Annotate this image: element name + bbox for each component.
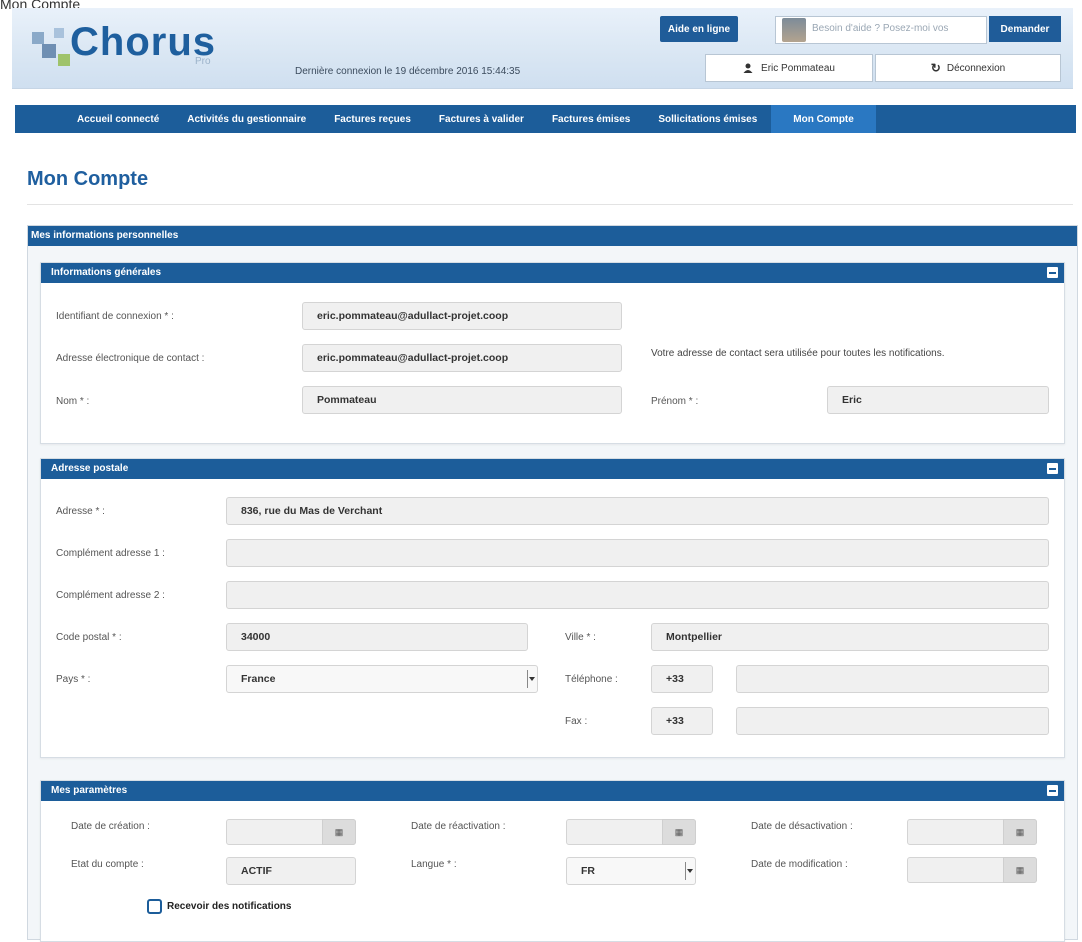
notifications-label: Recevoir des notifications xyxy=(167,901,292,912)
adresse-label: Adresse * : xyxy=(56,506,105,517)
postal-address-header: Adresse postale xyxy=(41,459,1064,479)
select-arrow-icon xyxy=(527,670,535,688)
email-label: Adresse électronique de contact : xyxy=(56,353,205,364)
creation-date-label: Date de création : xyxy=(71,821,150,832)
pays-label: Pays * : xyxy=(56,674,91,685)
login-field[interactable]: eric.pommateau@adullact-projet.coop xyxy=(302,302,622,330)
langue-label: Langue * : xyxy=(411,859,457,870)
nav-item-mon-compte[interactable]: Mon Compte xyxy=(771,105,876,133)
nav-item-sollicitations[interactable]: Sollicitations émises xyxy=(644,105,771,133)
personal-info-header: Mes informations personnelles xyxy=(28,226,1077,246)
collapse-icon[interactable] xyxy=(1047,463,1058,474)
adresse-field[interactable]: 836, rue du Mas de Verchant xyxy=(226,497,1049,525)
modification-date-label: Date de modification : xyxy=(751,859,848,870)
main-nav: Accueil connecté Activités du gestionnai… xyxy=(15,105,1076,133)
langue-value: FR xyxy=(581,865,595,877)
ville-label: Ville * : xyxy=(565,632,596,643)
complement1-label: Complément adresse 1 : xyxy=(56,548,165,559)
settings-header: Mes paramètres xyxy=(41,781,1064,801)
fax-label: Fax : xyxy=(565,716,588,727)
ask-button[interactable]: Demander xyxy=(989,16,1061,42)
logout-label: Déconnexion xyxy=(946,62,1006,74)
postal-address-section: Adresse postale Adresse * : 836, rue du … xyxy=(40,458,1065,758)
langue-select[interactable]: FR xyxy=(566,857,696,885)
logout-button[interactable]: ↻ Déconnexion xyxy=(875,54,1061,82)
last-connection-text: Dernière connexion le 19 décembre 2016 1… xyxy=(295,66,521,77)
logo-subtitle: Pro xyxy=(195,56,211,67)
online-help-button[interactable]: Aide en ligne xyxy=(660,16,738,42)
user-account-button[interactable]: Eric Pommateau xyxy=(705,54,873,82)
general-info-title: Informations générales xyxy=(51,267,162,278)
fax-prefix[interactable]: +33 xyxy=(651,707,713,735)
telephone-prefix[interactable]: +33 xyxy=(651,665,713,693)
complement2-field[interactable] xyxy=(226,581,1049,609)
calendar-icon[interactable]: ▦ xyxy=(1003,857,1037,883)
prenom-field[interactable]: Eric xyxy=(827,386,1049,414)
pays-select[interactable]: France xyxy=(226,665,538,693)
calendar-icon[interactable]: ▦ xyxy=(1003,819,1037,845)
nav-item-accueil[interactable]: Accueil connecté xyxy=(15,105,173,133)
complement2-label: Complément adresse 2 : xyxy=(56,590,165,601)
assistant-avatar xyxy=(782,18,806,42)
nav-item-activites[interactable]: Activités du gestionnaire xyxy=(173,105,320,133)
prenom-label: Prénom * : xyxy=(651,396,699,407)
calendar-icon[interactable]: ▦ xyxy=(662,819,696,845)
ville-field[interactable]: Montpellier xyxy=(651,623,1049,651)
select-arrow-icon xyxy=(685,862,693,880)
calendar-icon[interactable]: ▦ xyxy=(322,819,356,845)
general-info-header: Informations générales xyxy=(41,263,1064,283)
nom-label: Nom * : xyxy=(56,396,90,407)
account-state-field[interactable]: ACTIF xyxy=(226,857,356,885)
help-search-box[interactable]: Besoin d'aide ? Posez-moi vos xyxy=(775,16,987,44)
reactivation-date-label: Date de réactivation : xyxy=(411,821,506,832)
help-search-input[interactable]: Besoin d'aide ? Posez-moi vos xyxy=(812,23,948,34)
logout-icon: ↻ xyxy=(930,61,941,75)
code-postal-field[interactable]: 34000 xyxy=(226,623,528,651)
email-note: Votre adresse de contact sera utilisée p… xyxy=(651,348,945,359)
header: Chorus Pro Dernière connexion le 19 déce… xyxy=(12,8,1073,89)
logo-mark-icon xyxy=(32,24,72,66)
login-label: Identifiant de connexion * : xyxy=(56,311,174,322)
settings-title: Mes paramètres xyxy=(51,785,128,796)
title-divider xyxy=(27,204,1073,205)
nav-item-factures-a-valider[interactable]: Factures à valider xyxy=(425,105,538,133)
deactivation-date-label: Date de désactivation : xyxy=(751,821,853,832)
postal-address-title: Adresse postale xyxy=(51,463,129,474)
page-title: Mon Compte xyxy=(27,168,149,190)
email-field[interactable]: eric.pommateau@adullact-projet.coop xyxy=(302,344,622,372)
telephone-field[interactable] xyxy=(736,665,1049,693)
general-info-section: Informations générales Identifiant de co… xyxy=(40,262,1065,444)
collapse-icon[interactable] xyxy=(1047,785,1058,796)
collapse-icon[interactable] xyxy=(1047,267,1058,278)
nom-field[interactable]: Pommateau xyxy=(302,386,622,414)
notifications-checkbox[interactable] xyxy=(147,899,162,914)
code-postal-label: Code postal * : xyxy=(56,632,122,643)
pays-value: France xyxy=(241,673,276,685)
nav-item-factures-emises[interactable]: Factures émises xyxy=(538,105,644,133)
account-state-label: Etat du compte : xyxy=(71,859,144,870)
nav-item-factures-recues[interactable]: Factures reçues xyxy=(320,105,425,133)
complement1-field[interactable] xyxy=(226,539,1049,567)
telephone-label: Téléphone : xyxy=(565,674,618,685)
personal-info-panel: Mes informations personnelles Informatio… xyxy=(27,225,1078,942)
settings-section: Mes paramètres Date de création : ▦ Date… xyxy=(40,780,1065,942)
fax-field[interactable] xyxy=(736,707,1049,735)
user-name: Eric Pommateau xyxy=(761,62,835,74)
user-icon xyxy=(743,63,753,73)
